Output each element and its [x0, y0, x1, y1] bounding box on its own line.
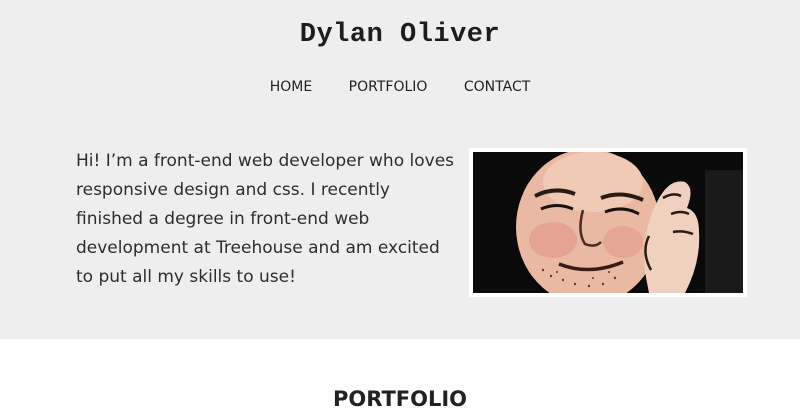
- nav-contact[interactable]: CONTACT: [464, 79, 530, 95]
- nav-portfolio[interactable]: PORTFOLIO: [349, 79, 428, 95]
- intro-text: Hi! I’m a front-end web developer who lo…: [76, 151, 455, 287]
- main-nav: HOME PORTFOLIO CONTACT: [0, 79, 800, 95]
- site-title: Dylan Oliver: [299, 20, 501, 50]
- portrait-illustration: [473, 152, 743, 293]
- profile-photo: [469, 148, 747, 297]
- nav-home[interactable]: HOME: [270, 79, 312, 95]
- portfolio-heading: PORTFOLIO: [332, 387, 468, 411]
- hero-section: Dylan Oliver HOME PORTFOLIO CONTACT Hi! …: [0, 0, 800, 339]
